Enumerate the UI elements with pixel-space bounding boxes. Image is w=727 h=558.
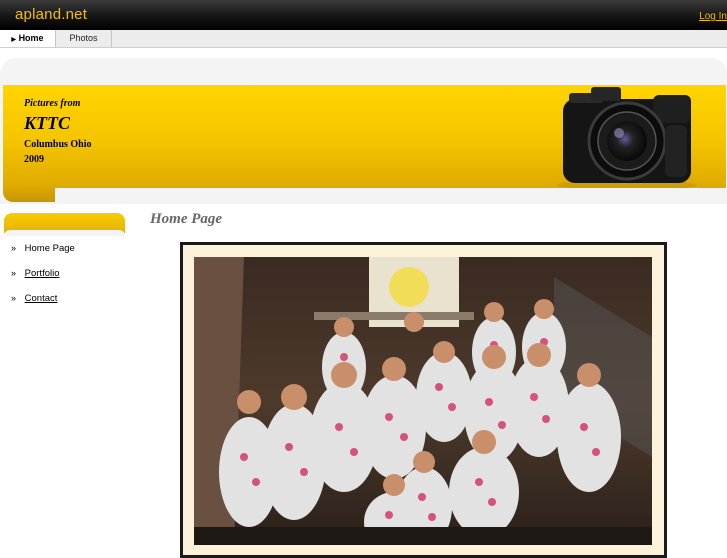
tab-home-label: Home	[18, 33, 44, 43]
sidebar-item-label: Home Page	[24, 243, 75, 254]
double-chevron-icon: »	[11, 293, 17, 303]
camera-icon	[557, 87, 697, 188]
sidebar-item-contact[interactable]: » Contact	[11, 293, 57, 304]
login-link[interactable]: Log In	[699, 11, 727, 22]
banner-year: 2009	[24, 154, 44, 165]
tab-active-arrow-icon: ▶	[11, 37, 17, 43]
top-bar: apland.net Log In	[0, 0, 727, 30]
site-logo[interactable]: apland.net	[15, 6, 87, 23]
banner-tail	[3, 186, 55, 202]
sidebar-header-base	[4, 230, 125, 236]
tab-home[interactable]: ▶ Home	[0, 30, 56, 47]
banner-title: KTTC	[24, 113, 71, 133]
group-photo	[194, 257, 652, 545]
double-chevron-icon: »	[11, 243, 17, 253]
double-chevron-icon: »	[11, 268, 17, 278]
banner-location: Columbus Ohio	[24, 139, 92, 150]
sidebar-item-label[interactable]: Portfolio	[25, 268, 60, 279]
sidebar-item-portfolio[interactable]: » Portfolio	[11, 268, 60, 279]
sidebar-item-home[interactable]: » Home Page	[11, 243, 75, 254]
tab-photos[interactable]: Photos	[56, 30, 112, 47]
page-title: Home Page	[150, 211, 223, 227]
banner-pretitle: Pictures from	[24, 98, 81, 109]
tab-bar: ▶ Home Photos	[0, 30, 727, 48]
tab-photos-label: Photos	[69, 33, 98, 43]
sidebar-item-label[interactable]: Contact	[25, 293, 58, 304]
